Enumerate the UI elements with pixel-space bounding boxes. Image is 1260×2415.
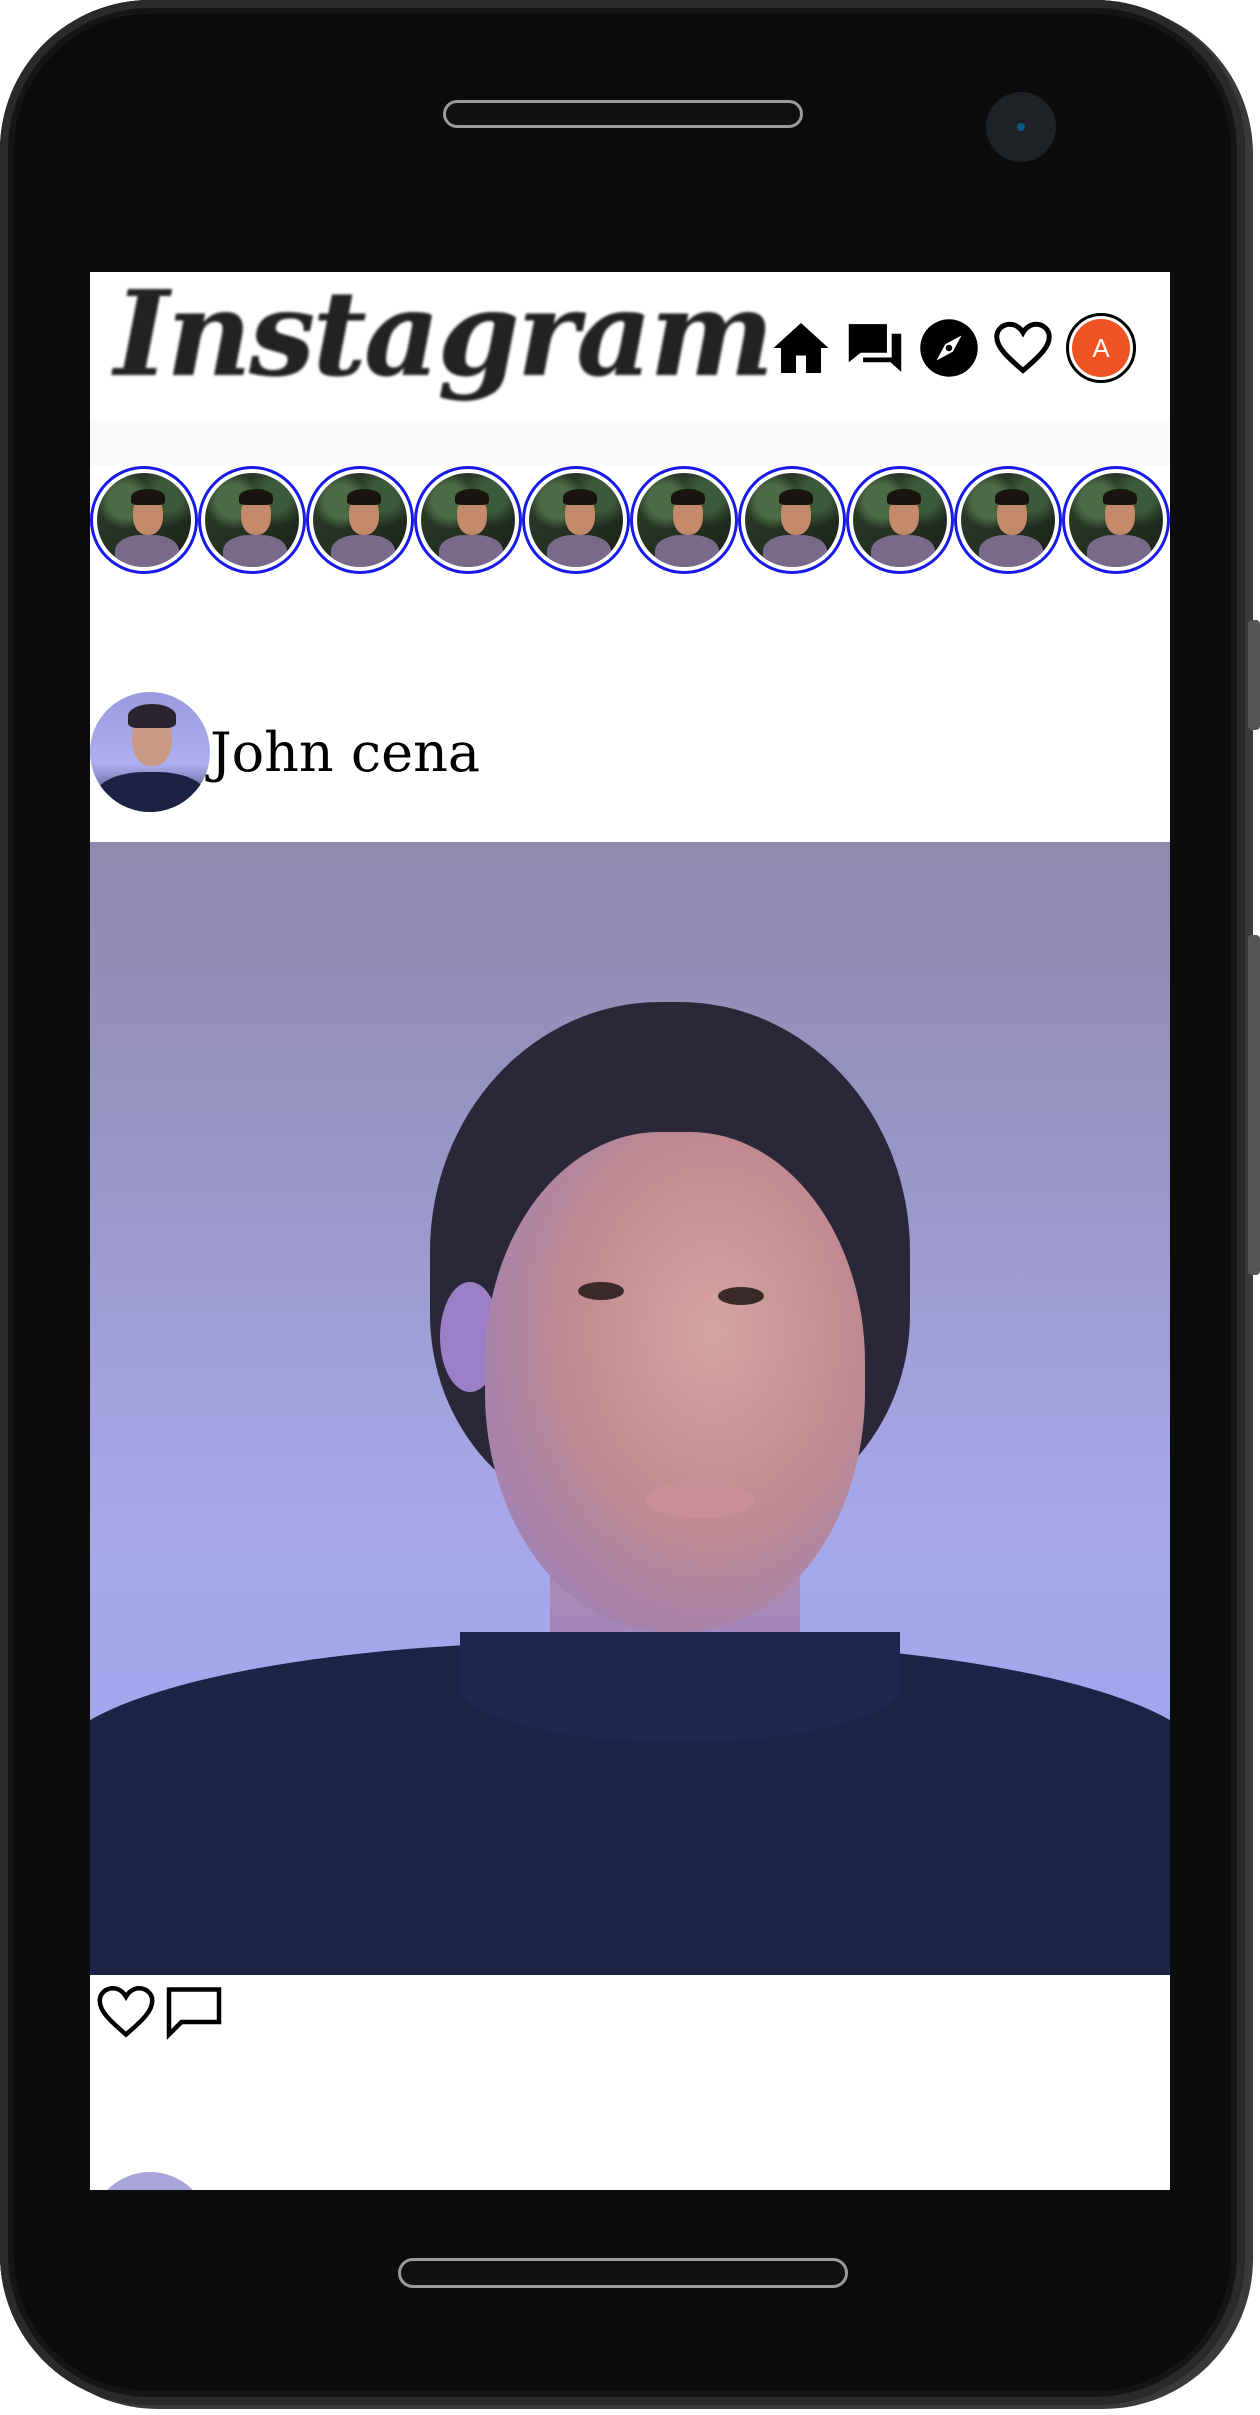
next-post-avatar[interactable] — [90, 2172, 210, 2190]
home-icon[interactable] — [770, 317, 832, 379]
story-item[interactable] — [846, 466, 954, 574]
heart-icon[interactable] — [992, 317, 1054, 379]
story-item[interactable] — [738, 466, 846, 574]
earpiece-speaker — [443, 100, 803, 128]
story-avatar — [529, 473, 623, 567]
story-item[interactable] — [954, 466, 1062, 574]
story-avatar — [1069, 473, 1163, 567]
story-avatar — [97, 473, 191, 567]
stories-bar — [90, 466, 1170, 576]
story-item[interactable] — [414, 466, 522, 574]
story-avatar — [745, 473, 839, 567]
story-avatar — [961, 473, 1055, 567]
post-image[interactable] — [90, 842, 1170, 1975]
instagram-logo[interactable]: Instagram — [114, 272, 774, 403]
post-username[interactable]: John cena — [210, 721, 480, 784]
story-item[interactable] — [198, 466, 306, 574]
story-avatar — [853, 473, 947, 567]
story-avatar — [421, 473, 515, 567]
post-actions — [96, 1982, 224, 2042]
profile-avatar[interactable]: A — [1066, 313, 1136, 383]
like-heart-icon[interactable] — [96, 1982, 156, 2042]
nav-icons: A — [770, 310, 1136, 386]
app-screen: Instagram A John cena — [90, 272, 1170, 2190]
comment-icon[interactable] — [164, 1982, 224, 2042]
volume-button[interactable] — [1248, 620, 1260, 730]
post-header: John cena — [90, 692, 1170, 812]
home-button[interactable] — [398, 2258, 848, 2288]
messages-icon[interactable] — [844, 317, 906, 379]
story-item[interactable] — [630, 466, 738, 574]
story-item[interactable] — [306, 466, 414, 574]
story-avatar — [313, 473, 407, 567]
front-camera — [986, 92, 1056, 162]
story-item[interactable] — [90, 466, 198, 574]
post-avatar[interactable] — [90, 692, 210, 812]
story-item[interactable] — [1062, 466, 1170, 574]
story-item[interactable] — [522, 466, 630, 574]
power-button[interactable] — [1248, 935, 1260, 1275]
top-bar: Instagram A — [90, 272, 1170, 420]
story-avatar — [637, 473, 731, 567]
explore-icon[interactable] — [918, 317, 980, 379]
stories-divider — [90, 420, 1170, 466]
profile-initial: A — [1072, 319, 1130, 377]
story-avatar — [205, 473, 299, 567]
